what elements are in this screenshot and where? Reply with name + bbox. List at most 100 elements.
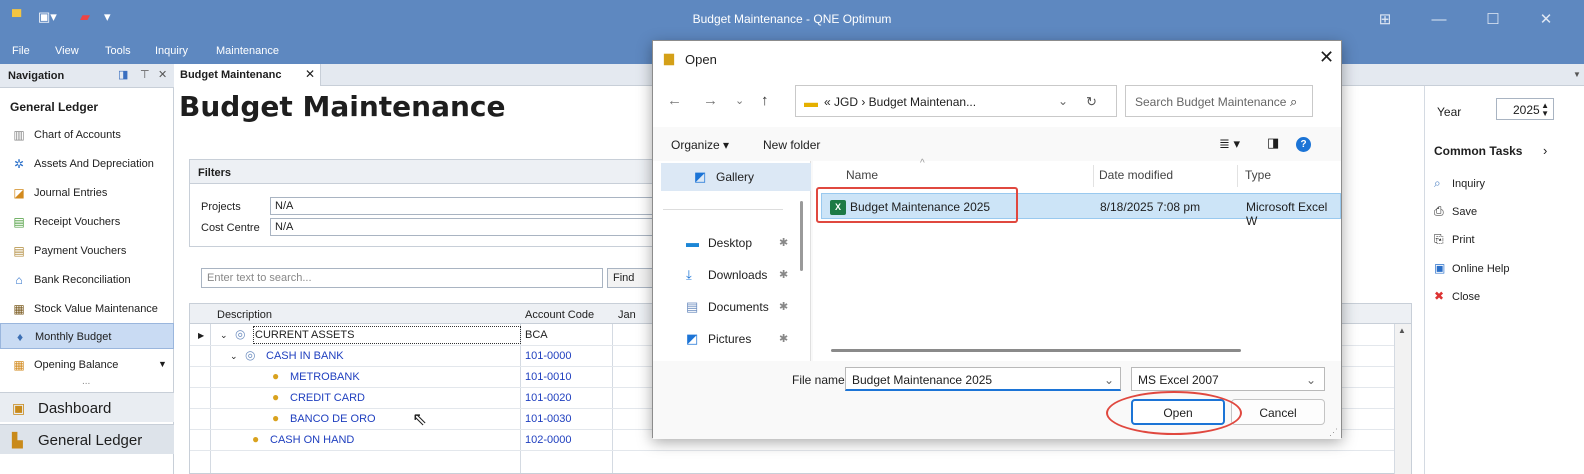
task-label: Close <box>1452 291 1481 303</box>
row-description[interactable]: METROBANK <box>290 371 360 383</box>
column-type[interactable]: Type <box>1245 168 1271 182</box>
nav-item-journal-entries[interactable]: ◪ Journal Entries <box>0 180 174 206</box>
pin-icon[interactable]: ✱ <box>779 300 788 313</box>
menu-view[interactable]: View <box>55 45 79 57</box>
nav-item-label: Assets And Depreciation <box>34 158 154 170</box>
sidebar-item-label: Pictures <box>708 332 752 346</box>
sidebar-item-pictures[interactable]: ◩ Pictures ✱ <box>653 325 803 353</box>
row-description[interactable]: CREDIT CARD <box>290 392 365 404</box>
chevron-down-icon[interactable]: ⌄ <box>1058 94 1068 108</box>
menu-tools[interactable]: Tools <box>105 45 131 57</box>
scroll-up-icon[interactable]: ▲ <box>1398 326 1406 335</box>
find-button[interactable]: Find <box>607 268 657 288</box>
task-save[interactable]: ⎙ Save <box>1434 204 1477 219</box>
more-items-indicator[interactable]: ... <box>82 376 90 387</box>
maximize-button[interactable]: ☐ <box>1482 9 1504 31</box>
chevron-down-icon[interactable]: ▼ <box>158 359 167 369</box>
recent-locations-icon[interactable]: ⌄ <box>735 94 744 107</box>
task-print[interactable]: ⎘ Print <box>1434 232 1475 247</box>
navigation-pane: Navigation ◨ ⊤ ✕ General Ledger ▥ Chart o… <box>0 64 174 474</box>
stepper-arrows-icon[interactable]: ▲ ▼ <box>1541 102 1549 118</box>
nav-item-assets-and-depreciation[interactable]: ✲ Assets And Depreciation <box>0 151 174 177</box>
restore-icon[interactable]: ⊞ <box>1374 9 1396 31</box>
tab-budget-maintenance[interactable]: Budget Maintenanc ✕ <box>175 64 321 86</box>
ledger-icon: ▙ <box>12 432 23 448</box>
horizontal-scrollbar[interactable] <box>831 349 1241 352</box>
new-folder-button[interactable]: New folder <box>763 138 820 152</box>
tab-list-dropdown-icon[interactable]: ▼ <box>1573 70 1581 79</box>
nav-item-label: Monthly Budget <box>35 331 112 343</box>
column-description[interactable]: Description <box>217 309 272 321</box>
nav-item-opening-balance[interactable]: ▦ Opening Balance ▼ <box>0 352 174 378</box>
dialog-close-button[interactable]: ✕ <box>1319 47 1334 68</box>
sidebar-item-downloads[interactable]: ⤓ Downloads ✱ <box>653 261 803 289</box>
year-stepper[interactable]: 2025 ▲ ▼ <box>1496 98 1554 120</box>
projects-field[interactable]: N/A <box>270 197 670 215</box>
collapse-icon[interactable]: ⌄ <box>220 330 228 341</box>
nav-item-payment-vouchers[interactable]: ▤ Payment Vouchers <box>0 238 174 264</box>
search-input[interactable]: Enter text to search... <box>201 268 603 288</box>
menu-maintenance[interactable]: Maintenance <box>216 45 279 57</box>
sidebar-item-gallery[interactable]: ◩ Gallery <box>661 163 811 191</box>
organize-button[interactable]: Organize ▾ <box>671 138 729 152</box>
task-inquiry[interactable]: ⌕ Inquiry <box>1434 176 1485 191</box>
refresh-icon[interactable]: ↻ <box>1086 94 1097 110</box>
column-jan[interactable]: Jan <box>618 309 636 321</box>
cancel-button[interactable]: Cancel <box>1231 399 1325 425</box>
minimize-button[interactable]: — <box>1428 9 1450 31</box>
chevron-down-icon[interactable]: ⌄ <box>1104 373 1114 387</box>
column-name[interactable]: Name <box>846 168 878 182</box>
pin-icon[interactable]: ✱ <box>779 332 788 345</box>
menu-file[interactable]: File <box>12 45 30 57</box>
row-description[interactable]: CASH IN BANK <box>266 350 344 362</box>
nav-item-stock-value-maintenance[interactable]: ▦ Stock Value Maintenance <box>0 296 174 322</box>
close-icon[interactable]: ✕ <box>158 68 167 81</box>
grid-vertical-scrollbar[interactable]: ▲ <box>1394 324 1411 474</box>
forward-icon[interactable]: → <box>703 92 718 109</box>
search-input[interactable]: Search Budget Maintenance ⌕ <box>1125 85 1313 117</box>
column-account-code[interactable]: Account Code <box>525 309 594 321</box>
view-options-icon[interactable]: ≣ ▾ <box>1219 136 1240 152</box>
nav-general-ledger[interactable]: ▙ General Ledger <box>0 424 174 454</box>
address-bar[interactable]: ▬ « JGD › Budget Maintenan... ⌄ ↻ <box>795 85 1117 117</box>
nav-item-chart-of-accounts[interactable]: ▥ Chart of Accounts <box>0 122 174 148</box>
nav-item-monthly-budget[interactable]: ♦ Monthly Budget <box>0 323 174 349</box>
preview-pane-icon[interactable]: ◨ <box>1267 135 1279 151</box>
nav-dashboard[interactable]: ▣ Dashboard <box>0 392 174 422</box>
sidebar-scrollbar[interactable] <box>800 201 803 271</box>
file-name-input[interactable]: Budget Maintenance 2025 ⌄ <box>845 367 1121 391</box>
money-icon: ● <box>272 411 280 425</box>
up-folder-icon[interactable]: ↑ <box>761 92 769 109</box>
back-icon[interactable]: ← <box>667 92 682 109</box>
chevron-down-icon[interactable]: ⌄ <box>1306 373 1316 387</box>
chevron-right-icon[interactable]: › <box>1543 143 1547 158</box>
menu-inquiry[interactable]: Inquiry <box>155 45 188 57</box>
pin-icon[interactable]: ✱ <box>779 268 788 281</box>
file-type-select[interactable]: MS Excel 2007 ⌄ <box>1131 367 1325 391</box>
pictures-icon: ◩ <box>686 331 699 346</box>
sidebar-item-documents[interactable]: ▤ Documents ✱ <box>653 293 803 321</box>
task-close[interactable]: ✖ Close <box>1434 289 1480 303</box>
row-description[interactable]: BANCO DE ORO <box>290 413 376 425</box>
stock-icon: ▦ <box>13 302 25 316</box>
column-date-modified[interactable]: Date modified <box>1099 168 1173 182</box>
help-icon: ▣ <box>1434 261 1446 275</box>
download-icon: ⤓ <box>686 267 692 282</box>
pin-icon[interactable]: ✱ <box>779 236 788 249</box>
layout-icon[interactable]: ◨ <box>118 68 128 81</box>
common-tasks-title: Common Tasks <box>1434 144 1523 158</box>
row-description[interactable]: CASH ON HAND <box>270 434 354 446</box>
task-online-help[interactable]: ▣ Online Help <box>1434 261 1509 275</box>
row-indicator-icon: ▶ <box>198 331 205 340</box>
help-icon[interactable]: ? <box>1296 137 1311 152</box>
close-tab-icon[interactable]: ✕ <box>305 67 315 81</box>
collapse-icon[interactable]: ⌄ <box>230 351 238 362</box>
sidebar-item-desktop[interactable]: ▬ Desktop ✱ <box>653 229 803 257</box>
cost-centre-field[interactable]: N/A <box>270 218 670 236</box>
close-window-button[interactable]: ✕ <box>1535 9 1557 31</box>
pin-icon[interactable]: ⊤ <box>140 68 150 81</box>
gallery-icon: ◩ <box>694 169 707 184</box>
resize-grip-icon[interactable]: ⋰ <box>1329 427 1338 438</box>
nav-item-receipt-vouchers[interactable]: ▤ Receipt Vouchers <box>0 209 174 235</box>
nav-item-bank-reconciliation[interactable]: ⌂ Bank Reconciliation <box>0 267 174 293</box>
